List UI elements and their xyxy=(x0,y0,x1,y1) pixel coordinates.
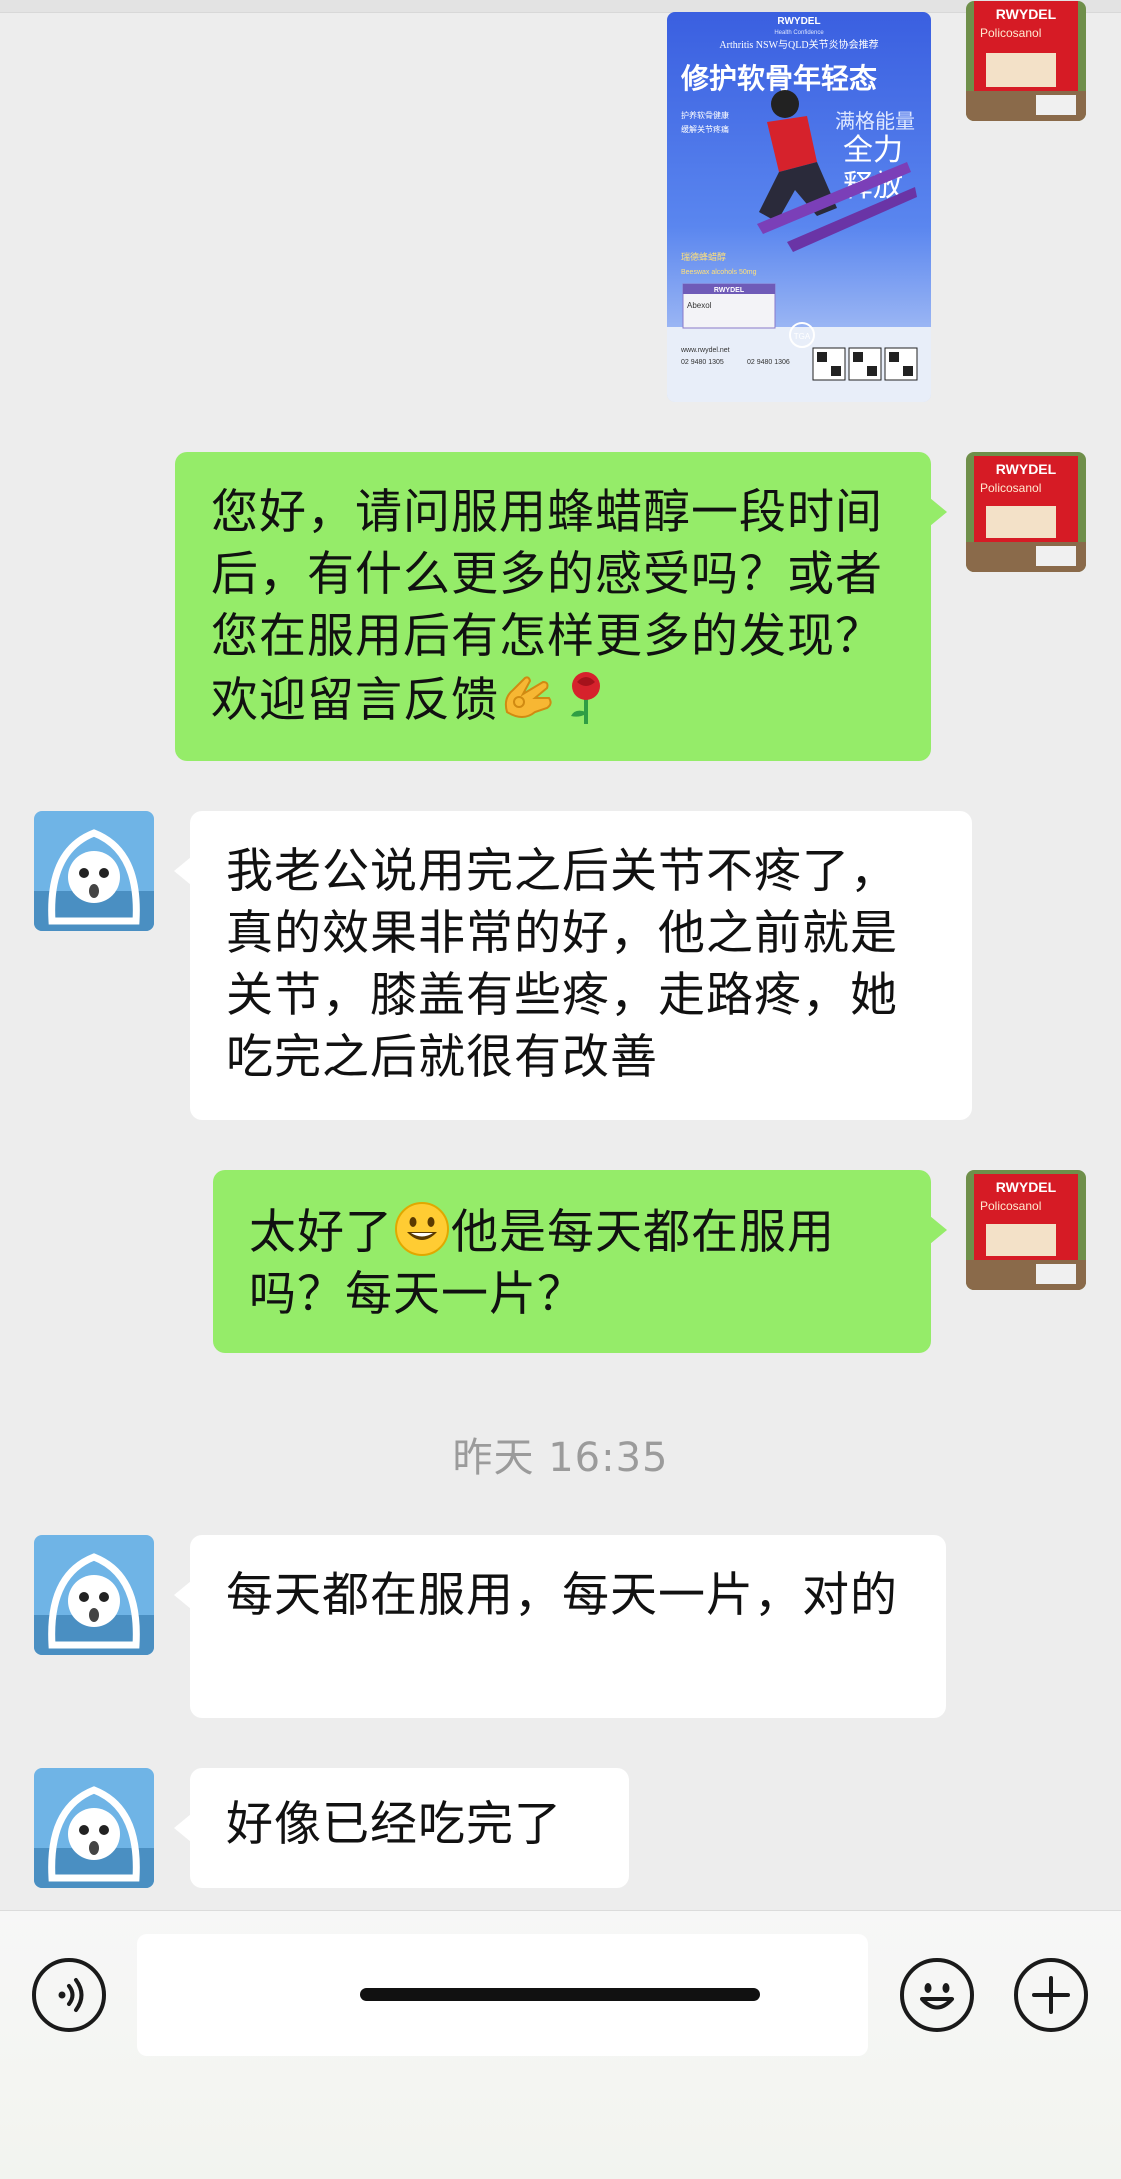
poster-product-en: Beeswax alcohols 50mg xyxy=(681,269,757,276)
other-avatar[interactable] xyxy=(34,1535,154,1655)
message-text: 每天都在服用，每天一片，对的 xyxy=(226,1568,898,1623)
poster-image-message[interactable]: RWYDEL Health Confidence Arthritis NSW与Q… xyxy=(667,12,931,402)
avatar-brand: RWYDEL xyxy=(996,1179,1057,1195)
chat-timestamp: 昨天 16:35 xyxy=(452,1435,669,1481)
avatar-product: Policosanol xyxy=(980,26,1041,40)
rose-emoji xyxy=(571,672,600,724)
voice-icon xyxy=(58,1978,84,2012)
grinning-emoji xyxy=(395,1202,449,1256)
poster-product-cn: 瑞德蜂蜡醇 xyxy=(681,251,726,263)
box-name: Abexol xyxy=(687,301,712,310)
message-bubble-other[interactable]: 我老公说用完之后关节不疼了，真的效果非常的好，他之前就是关节，膝盖有些疼，走路疼… xyxy=(174,811,972,1120)
avatar-brand: RWYDEL xyxy=(996,461,1057,477)
message-bubble-self[interactable]: 太好了 他是每天都在服用吗？每天一片？ xyxy=(213,1170,947,1353)
qr-codes xyxy=(812,347,918,381)
poster-sub2: 全力 xyxy=(843,133,903,168)
smiley-icon xyxy=(920,1983,954,2010)
voice-button[interactable] xyxy=(32,1958,106,2032)
plus-button[interactable] xyxy=(1014,1958,1088,2032)
self-avatar[interactable]: RWYDEL Policosanol xyxy=(966,1,1086,121)
other-avatar[interactable] xyxy=(34,1768,154,1888)
tga-badge: TGA xyxy=(794,332,811,341)
poster-bullet2: 缓解关节疼痛 xyxy=(681,124,729,134)
chat-input-bar xyxy=(0,1910,1121,2179)
message-bubble-self[interactable]: 您好，请问服用蜂蜡醇一段时间后，有什么更多的感受吗？或者您在服用后有怎样更多的发… xyxy=(175,452,947,761)
message-text: 我老公说用完之后关节不疼了，真的效果非常的好，他之前就是关节，膝盖有些疼，走路疼… xyxy=(226,844,898,1085)
poster-website: www.rwydel.net xyxy=(680,347,730,354)
message-text: 好像已经吃完了 xyxy=(226,1797,562,1852)
plus-icon xyxy=(1032,1976,1070,2014)
top-divider xyxy=(0,0,1121,13)
self-avatar[interactable]: RWYDEL Policosanol xyxy=(966,1170,1086,1290)
home-indicator[interactable] xyxy=(360,1988,760,2001)
message-bubble-other[interactable]: 每天都在服用，每天一片，对的 xyxy=(174,1535,946,1718)
emoji-button[interactable] xyxy=(900,1958,974,2032)
poster-phone1: 02 9480 1305 xyxy=(681,359,724,366)
self-avatar[interactable]: RWYDEL Policosanol xyxy=(966,452,1086,572)
ok-hand-emoji xyxy=(504,676,552,718)
message-text-part1: 太好了 xyxy=(249,1205,393,1260)
other-avatar[interactable] xyxy=(34,811,154,931)
poster-phone2: 02 9480 1306 xyxy=(747,359,790,366)
poster-brand: RWYDEL xyxy=(777,16,820,27)
box-brand: RWYDEL xyxy=(714,287,745,294)
poster-endorsement: Arthritis NSW与QLD关节炎协会推荐 xyxy=(719,38,878,51)
avatar-product: Policosanol xyxy=(980,1199,1041,1213)
poster-tagline: Health Confidence xyxy=(774,30,824,36)
poster-sub1: 满格能量 xyxy=(835,109,915,133)
message-bubble-other[interactable]: 好像已经吃完了 xyxy=(174,1768,629,1888)
poster-bullet1: 护养软骨健康 xyxy=(681,110,729,120)
avatar-product: Policosanol xyxy=(980,481,1041,495)
poster-headline: 修护软骨年轻态 xyxy=(680,62,877,95)
avatar-brand: RWYDEL xyxy=(996,6,1057,22)
